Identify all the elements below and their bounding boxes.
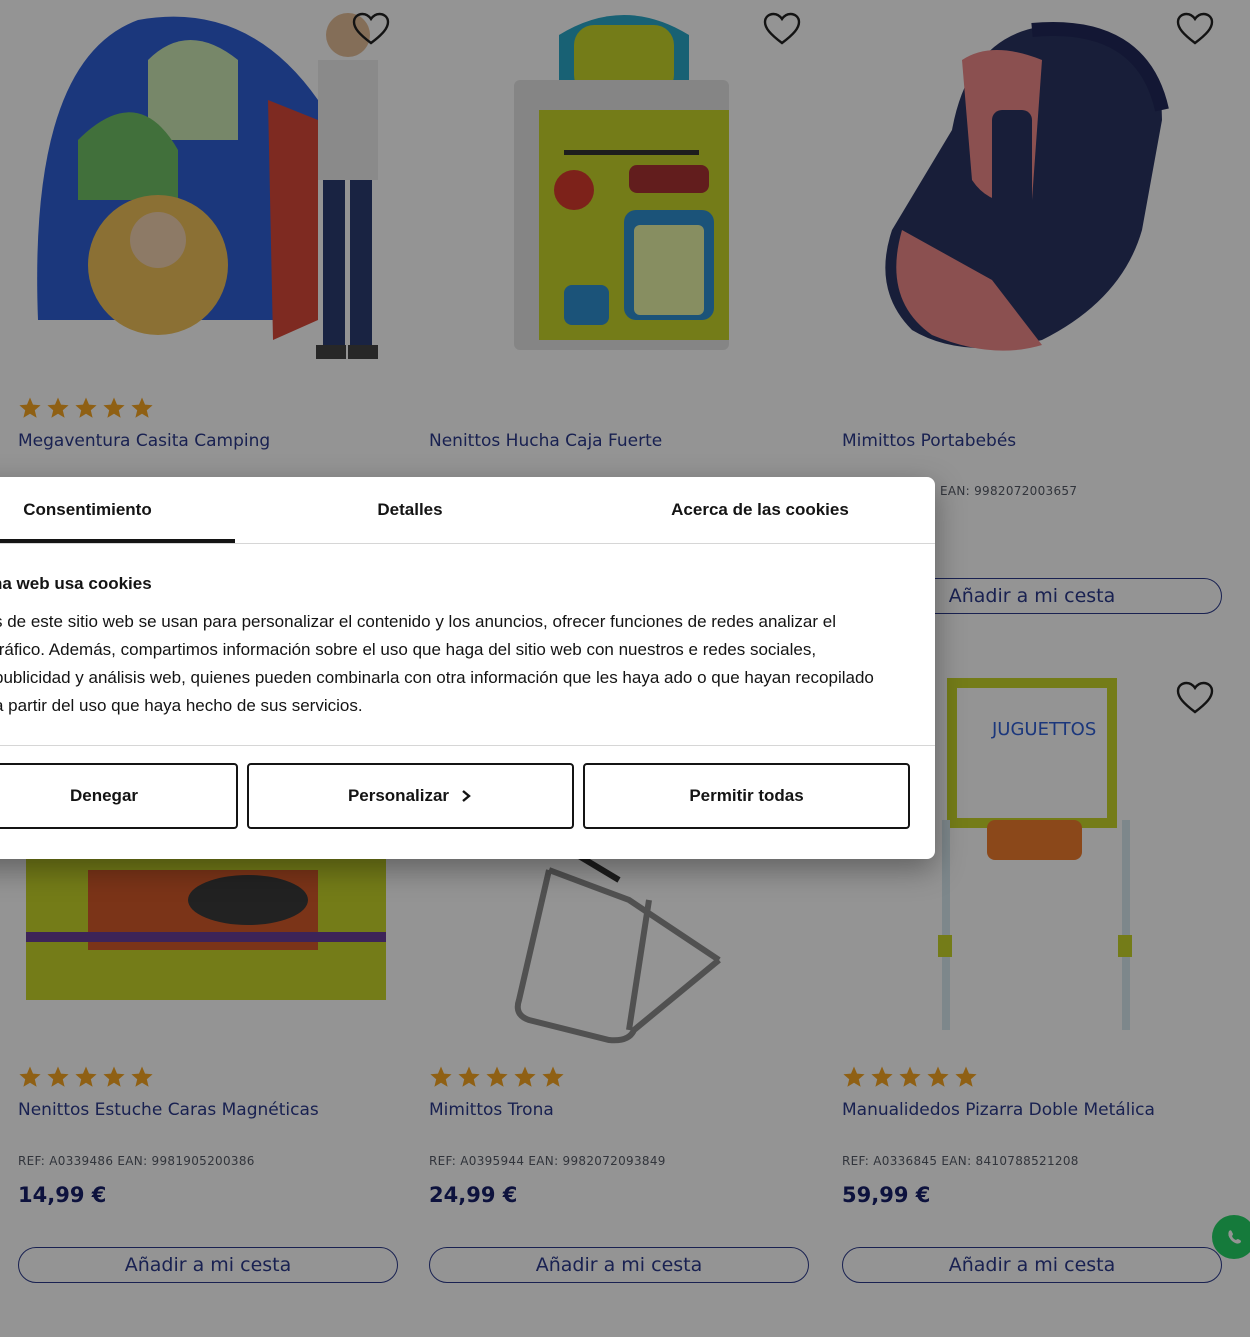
cookie-consent-dialog: Consentimiento Detalles Acerca de las co… <box>0 477 935 859</box>
cookie-dialog-text: s de este sitio web se usan para persona… <box>0 612 874 715</box>
tab-details[interactable]: Detalles <box>255 477 565 543</box>
tab-about-cookies[interactable]: Acerca de las cookies <box>600 477 920 543</box>
cookie-dialog-title: na web usa cookies <box>0 574 152 593</box>
cookie-tabs: Consentimiento Detalles Acerca de las co… <box>0 477 935 544</box>
deny-button[interactable]: Denegar <box>0 763 238 829</box>
allow-all-button[interactable]: Permitir todas <box>583 763 910 829</box>
divider <box>0 745 935 746</box>
chevron-right-icon <box>462 790 471 802</box>
tab-consent[interactable]: Consentimiento <box>0 477 235 543</box>
deny-label: Denegar <box>69 786 139 805</box>
allow-all-label: Permitir todas <box>689 786 804 805</box>
customize-button[interactable]: Personalizar <box>247 763 574 829</box>
customize-label: Personalizar <box>347 786 450 805</box>
